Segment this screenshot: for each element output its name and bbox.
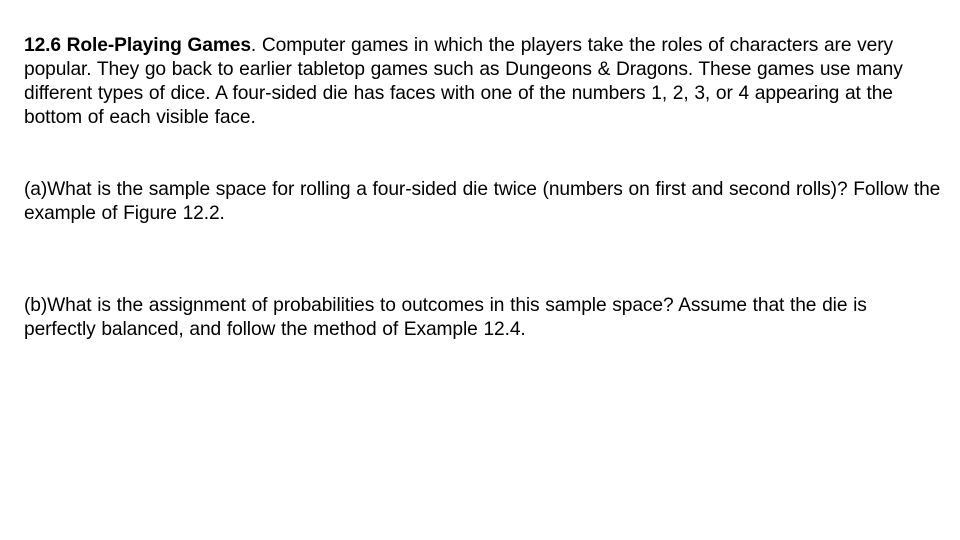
question-b-label: (b)	[24, 295, 48, 316]
question-a-label: (a)	[24, 179, 48, 200]
question-b: (b)What is the assignment of probabiliti…	[24, 294, 944, 342]
problem-title: 12.6 Role-Playing Games	[24, 35, 251, 56]
problem-intro: 12.6 Role-Playing Games. Computer games …	[24, 34, 944, 130]
question-b-text: What is the assignment of probabilities …	[24, 295, 867, 340]
question-a: (a)What is the sample space for rolling …	[24, 178, 944, 226]
slide: 12.6 Role-Playing Games. Computer games …	[0, 0, 960, 540]
question-a-text: What is the sample space for rolling a f…	[24, 179, 941, 224]
